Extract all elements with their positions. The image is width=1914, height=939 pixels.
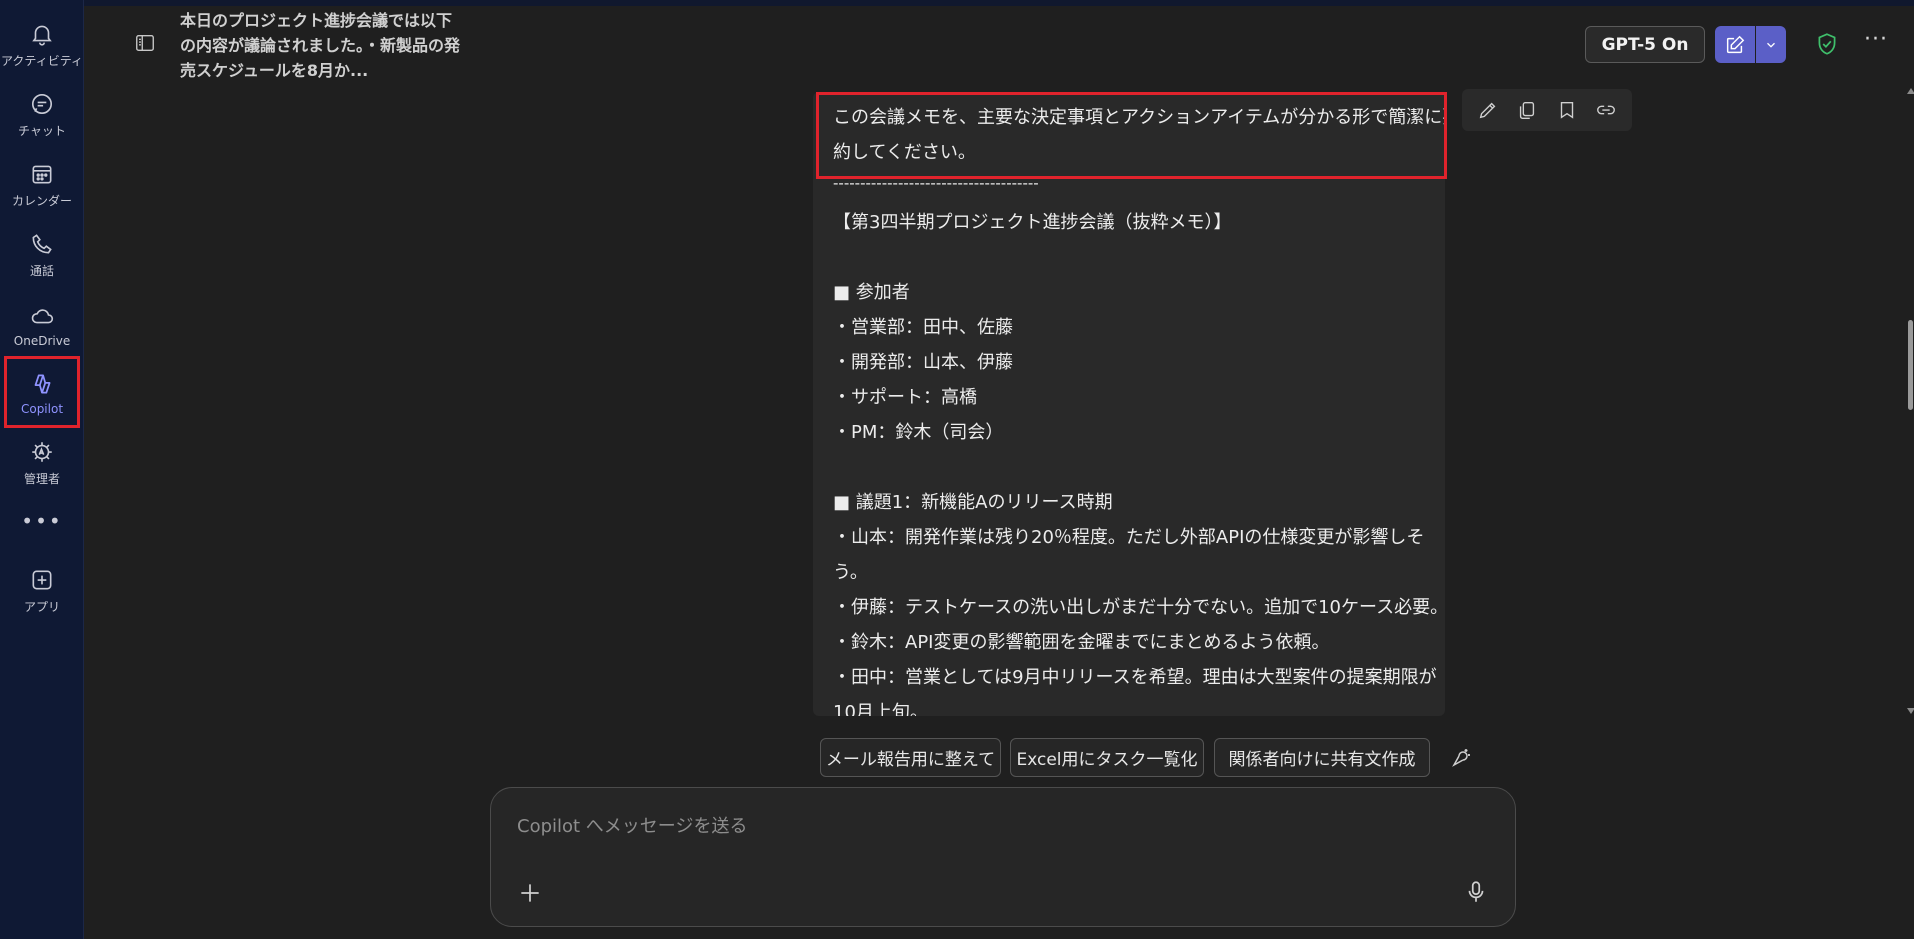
ellipsis-icon: ··· bbox=[1864, 27, 1888, 52]
add-app-icon bbox=[32, 570, 52, 590]
shield-check-icon[interactable] bbox=[1814, 31, 1840, 57]
suggestion-chip-excel[interactable]: Excel用にタスク一覧化 bbox=[1010, 738, 1204, 777]
app-rail: アクティビティ チャット カレンダー 通話 OneDrive Copilot 管… bbox=[0, 0, 84, 939]
rail-label: アプリ bbox=[23, 600, 60, 614]
bell-icon bbox=[32, 25, 52, 46]
rail-item-activity[interactable]: アクティビティ bbox=[1, 10, 83, 80]
message-line: ■ 参加者 bbox=[833, 282, 910, 303]
message-line: ・サポート：高橋 bbox=[833, 387, 977, 408]
rail-label: 通話 bbox=[29, 264, 54, 278]
link-icon[interactable] bbox=[1595, 99, 1617, 121]
sidebar-toggle-icon[interactable] bbox=[134, 32, 156, 54]
prompt-highlight-box bbox=[816, 92, 1447, 179]
more-apps-button[interactable]: ••• bbox=[4, 496, 80, 546]
phone-icon bbox=[32, 234, 52, 254]
message-line: ・伊藤：テストケースの洗い出しがまだ十分でない。追加で10ケース必要。 bbox=[833, 597, 1445, 618]
message-line: ■ 議題1：新機能Aのリリース時期 bbox=[833, 492, 1113, 513]
rail-item-apps[interactable]: アプリ bbox=[4, 556, 80, 626]
compose-icon bbox=[1726, 35, 1745, 53]
rail-item-onedrive[interactable]: OneDrive bbox=[4, 290, 80, 360]
scroll-up-arrow[interactable] bbox=[1907, 88, 1914, 94]
rail-label: 管理者 bbox=[23, 472, 60, 486]
message-input[interactable] bbox=[515, 810, 1419, 842]
new-chat-button[interactable] bbox=[1715, 26, 1755, 63]
calendar-icon bbox=[32, 165, 52, 184]
rail-item-calendar[interactable]: カレンダー bbox=[4, 150, 80, 220]
suggestion-chip-share[interactable]: 関係者向けに共有文作成 bbox=[1214, 738, 1430, 777]
more-options-button[interactable]: ··· bbox=[1862, 29, 1890, 56]
chat-icon bbox=[31, 93, 53, 115]
message-line: う。 bbox=[833, 562, 868, 583]
message-line: ・鈴木：API変更の影響範囲を金曜までにまとめるよう依頼。 bbox=[833, 632, 1330, 653]
rail-label: アクティビティ bbox=[1, 54, 83, 68]
cloud-icon bbox=[31, 308, 54, 323]
admin-gear-icon bbox=[32, 442, 52, 462]
message-line: 10月上旬。 bbox=[833, 702, 928, 716]
new-chat-dropdown[interactable] bbox=[1756, 26, 1786, 63]
microphone-icon[interactable] bbox=[1463, 878, 1489, 906]
top-border bbox=[0, 0, 1914, 6]
chevron-down-icon bbox=[1767, 42, 1775, 48]
rail-item-admin[interactable]: 管理者 bbox=[4, 428, 80, 498]
message-line: ・開発部：山本、伊藤 bbox=[833, 352, 1013, 373]
user-message-card: この会議メモを、主要な決定事項とアクションアイテムが分かる形で簡潔に要 約してく… bbox=[813, 92, 1445, 716]
bookmark-icon[interactable] bbox=[1556, 99, 1578, 121]
message-line: ・PM：鈴木（司会） bbox=[833, 422, 1004, 443]
ellipsis-icon: ••• bbox=[21, 509, 63, 533]
rail-label: OneDrive bbox=[13, 333, 71, 348]
rail-item-calls[interactable]: 通話 bbox=[4, 220, 80, 290]
rail-item-chat[interactable]: チャット bbox=[4, 80, 80, 150]
message-composer bbox=[490, 787, 1516, 927]
message-line: ・山本：開発作業は残り20％程度。ただし外部APIの仕様変更が影響しそ bbox=[833, 527, 1425, 548]
suggestion-chip-email[interactable]: メール報告用に整えて bbox=[820, 738, 1001, 777]
message-line: ・営業部：田中、佐藤 bbox=[833, 317, 1013, 338]
conversation-title[interactable]: 本日のプロジェクト進捗会議では以下の内容が議論されました。・新製品の発売スケジュ… bbox=[180, 8, 460, 83]
rail-label: カレンダー bbox=[11, 194, 72, 208]
message-line: ・田中：営業としては9月中リリースを希望。理由は大型案件の提案期限が bbox=[833, 667, 1437, 688]
more-suggestions-icon[interactable] bbox=[1449, 746, 1473, 770]
model-toggle-button[interactable]: GPT-5 On bbox=[1585, 26, 1705, 63]
rail-label: チャット bbox=[18, 124, 66, 138]
message-line: 【第3四半期プロジェクト進捗会議（抜粋メモ）】 bbox=[833, 212, 1232, 233]
copy-icon[interactable] bbox=[1516, 99, 1538, 121]
scrollbar-thumb[interactable] bbox=[1908, 320, 1913, 410]
edit-icon[interactable] bbox=[1477, 99, 1499, 121]
scroll-down-arrow[interactable] bbox=[1907, 708, 1914, 714]
copilot-highlight-box bbox=[4, 356, 80, 428]
message-actions-toolbar bbox=[1462, 89, 1632, 131]
plus-icon[interactable] bbox=[517, 880, 543, 906]
